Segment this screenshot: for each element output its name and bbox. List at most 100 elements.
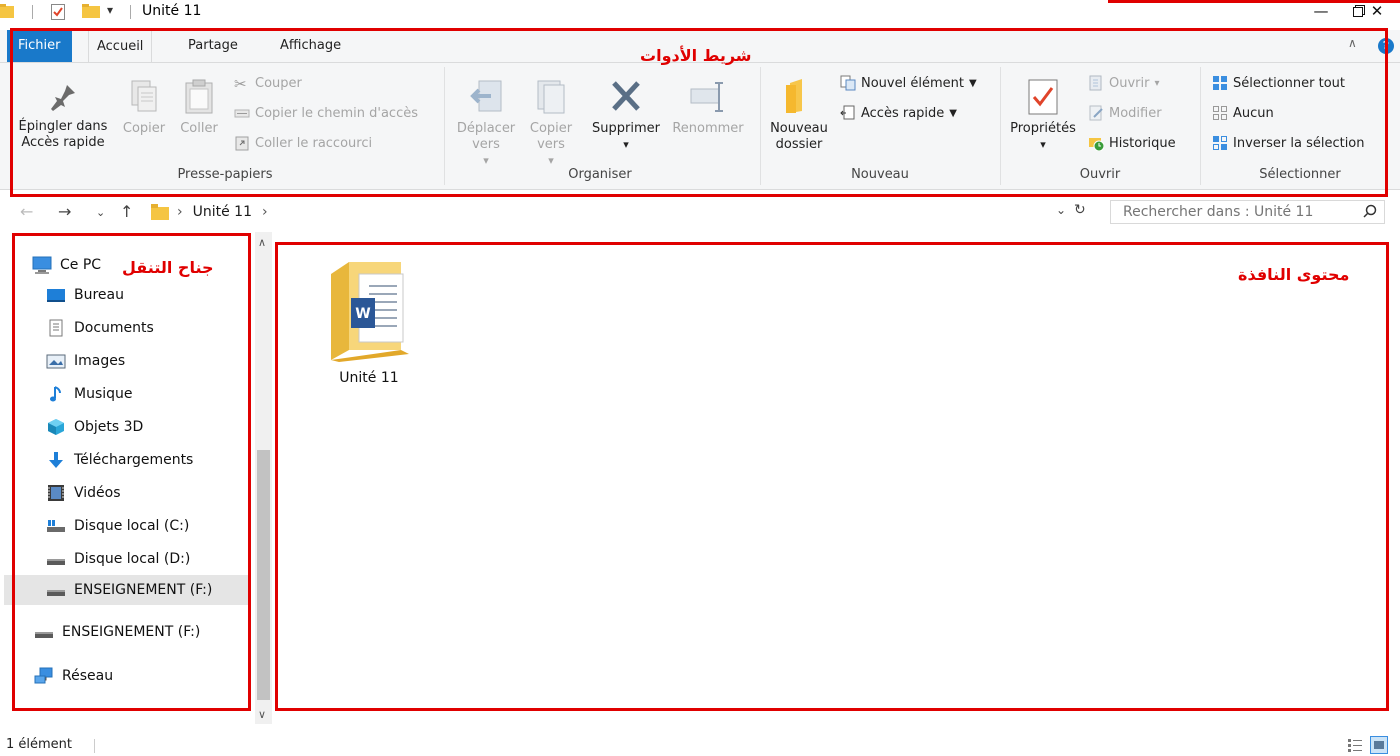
invert-selection-button[interactable]: Inverser la sélection xyxy=(1212,135,1365,151)
title-separator xyxy=(130,5,131,19)
downloads-icon xyxy=(49,452,63,468)
scroll-down-icon[interactable]: ∨ xyxy=(258,708,266,721)
file-content-area[interactable]: W Unité 11 xyxy=(278,240,1388,710)
drive-icon xyxy=(35,632,53,638)
ribbon-separator xyxy=(444,67,445,185)
address-field[interactable]: › Unité 11 › xyxy=(150,200,1098,224)
nav-item-drive-d[interactable]: Disque local (D:) xyxy=(46,544,246,574)
pin-quick-access-button[interactable]: Épingler dans Accès rapide xyxy=(12,81,114,151)
copy-path-button[interactable]: Copier le chemin d'accès xyxy=(234,105,418,121)
drive-icon xyxy=(47,590,65,596)
copy-to-icon xyxy=(537,80,565,114)
collapse-ribbon-icon[interactable]: ∧ xyxy=(1348,36,1357,50)
file-item[interactable]: W Unité 11 xyxy=(314,252,424,386)
dropdown-arrow-icon: ▼ xyxy=(949,107,957,119)
close-button[interactable]: ✕ xyxy=(1354,0,1400,22)
paste-button[interactable]: Coller xyxy=(174,79,224,137)
select-all-button[interactable]: Sélectionner tout xyxy=(1212,75,1345,91)
select-all-icon xyxy=(1213,76,1227,90)
easy-access-icon xyxy=(840,105,855,120)
scroll-thumb[interactable] xyxy=(257,450,270,700)
customize-quick-access-icon[interactable]: ▾ xyxy=(107,3,113,17)
properties-quick-icon[interactable] xyxy=(51,4,65,20)
delete-x-icon xyxy=(612,81,640,111)
dropdown-arrow-icon: ▾ xyxy=(1040,138,1046,151)
minimize-button[interactable]: — xyxy=(1298,0,1344,22)
videos-icon xyxy=(48,485,64,501)
search-icon[interactable] xyxy=(1363,204,1377,218)
tab-home[interactable]: Accueil xyxy=(88,30,153,62)
nav-pane-scrollbar[interactable]: ∧ ∨ xyxy=(255,232,272,724)
nav-item-3d-objects[interactable]: Objets 3D xyxy=(46,412,246,442)
refresh-icon[interactable]: ↻ xyxy=(1074,202,1086,218)
delete-button[interactable]: Supprimer ▾ xyxy=(588,79,664,153)
group-label-open: Ouvrir xyxy=(1079,167,1121,182)
open-icon xyxy=(1089,75,1102,91)
address-history-chevron-icon[interactable]: ⌄ xyxy=(1056,203,1066,217)
images-icon xyxy=(46,354,66,369)
nav-item-documents[interactable]: Documents xyxy=(46,313,246,343)
annotation-content-label: محتوى النافذة xyxy=(1238,265,1350,284)
up-arrow-icon[interactable]: ↑ xyxy=(120,202,133,221)
tab-share[interactable]: Partage xyxy=(180,30,246,62)
ribbon-separator xyxy=(1000,67,1001,185)
ribbon-separator xyxy=(1200,67,1201,185)
easy-access-button[interactable]: Accès rapide ▼ xyxy=(840,105,957,121)
open-button[interactable]: Ouvrir ▾ xyxy=(1088,75,1160,91)
ribbon-separator xyxy=(760,67,761,185)
nav-item-drive-c[interactable]: Disque local (C:) xyxy=(46,511,246,541)
annotation-toolbar-label: شريط الأدوات xyxy=(640,46,752,65)
copy-button[interactable]: Copier xyxy=(118,79,170,137)
dropdown-arrow-icon: ▼ xyxy=(968,77,977,89)
nav-item-music[interactable]: Musique xyxy=(46,379,246,409)
cut-button[interactable]: ✂ Couper xyxy=(234,75,302,93)
tab-file[interactable]: Fichier xyxy=(7,30,72,62)
network-icon xyxy=(34,667,53,684)
edit-icon xyxy=(1089,105,1103,121)
nav-item-drive-f[interactable]: ENSEIGNEMENT (F:) xyxy=(34,617,244,647)
move-to-icon xyxy=(470,80,502,112)
svg-text:W: W xyxy=(355,306,370,322)
search-input[interactable] xyxy=(1110,200,1385,224)
details-view-icon[interactable] xyxy=(1346,736,1364,754)
breadcrumb-chevron-icon[interactable]: › xyxy=(262,204,268,220)
properties-button[interactable]: Propriétés ▾ xyxy=(1006,79,1080,153)
help-icon[interactable]: ? xyxy=(1378,38,1394,54)
move-to-button[interactable]: Déplacer vers ▾ xyxy=(452,79,520,169)
recent-locations-icon[interactable]: ⌄ xyxy=(96,206,105,219)
copy-to-button[interactable]: Copier vers ▾ xyxy=(522,79,580,169)
scroll-up-icon[interactable]: ∧ xyxy=(258,236,266,249)
breadcrumb[interactable]: Unité 11 xyxy=(193,204,252,220)
history-button[interactable]: Historique xyxy=(1088,135,1176,151)
nav-item-downloads[interactable]: Téléchargements xyxy=(46,445,246,475)
nav-item-desktop[interactable]: Bureau xyxy=(46,280,246,310)
select-none-button[interactable]: Aucun xyxy=(1212,105,1274,121)
status-separator xyxy=(94,739,95,753)
edit-button[interactable]: Modifier xyxy=(1088,105,1162,121)
new-item-icon xyxy=(840,75,856,91)
paste-shortcut-button[interactable]: Coller le raccourci xyxy=(234,135,372,151)
new-folder-quick-icon[interactable] xyxy=(82,4,100,18)
large-icons-view-icon[interactable] xyxy=(1370,736,1388,754)
dropdown-arrow-icon: ▾ xyxy=(623,138,629,151)
copy-icon xyxy=(131,80,157,112)
forward-arrow-icon[interactable]: → xyxy=(58,202,71,221)
word-folder-icon: W xyxy=(331,262,409,362)
dropdown-arrow-icon: ▾ xyxy=(483,154,489,167)
back-arrow-icon[interactable]: ← xyxy=(20,202,33,221)
nav-item-this-pc[interactable]: Ce PC xyxy=(32,250,132,280)
nav-item-videos[interactable]: Vidéos xyxy=(46,478,246,508)
nav-item-network[interactable]: Réseau xyxy=(34,661,244,691)
navigation-pane: Ce PC Bureau Documents Images Musique Ob… xyxy=(0,232,270,710)
tab-view[interactable]: Affichage xyxy=(272,30,349,62)
rename-button[interactable]: Renommer xyxy=(668,79,748,137)
dropdown-arrow-icon: ▾ xyxy=(1154,77,1160,89)
new-item-button[interactable]: Nouvel élément ▼ xyxy=(840,75,977,91)
nav-item-images[interactable]: Images xyxy=(46,346,246,376)
nav-item-drive-f-selected[interactable]: ENSEIGNEMENT (F:) xyxy=(4,575,250,605)
properties-icon xyxy=(1028,79,1058,115)
music-icon xyxy=(50,386,61,402)
group-label-organize: Organiser xyxy=(568,167,632,182)
new-folder-button[interactable]: Nouveau dossier xyxy=(764,77,834,153)
folder-icon xyxy=(0,4,14,18)
